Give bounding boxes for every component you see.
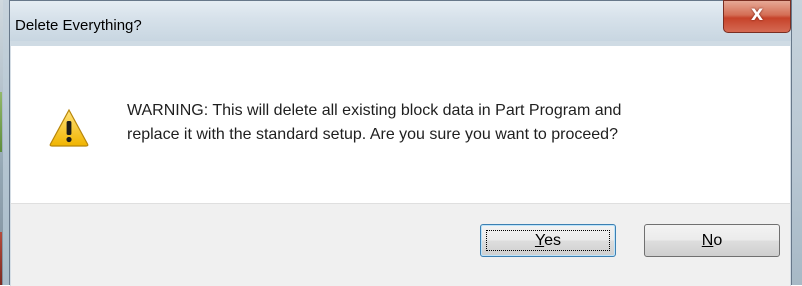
- background-window-accent-green: [0, 92, 2, 152]
- message-dialog: Delete Everything? X WARNING: This will …: [9, 0, 792, 286]
- button-bar: Yes No: [10, 203, 791, 286]
- message-area: WARNING: This will delete all existing b…: [10, 46, 791, 203]
- title-bar[interactable]: Delete Everything? X: [10, 0, 791, 41]
- yes-button[interactable]: Yes: [480, 224, 616, 257]
- close-icon: X: [750, 5, 764, 24]
- yes-label-rest: es: [544, 232, 562, 249]
- dialog-title: Delete Everything?: [15, 17, 142, 34]
- warning-icon: [49, 108, 89, 147]
- warning-message: WARNING: This will delete all existing b…: [127, 99, 767, 147]
- no-mnemonic: N: [701, 232, 714, 249]
- message-line-2: replace it with the standard setup. Are …: [127, 126, 618, 143]
- background-window-right: [792, 0, 802, 285]
- close-button[interactable]: X: [723, 0, 791, 33]
- message-line-1: WARNING: This will delete all existing b…: [127, 102, 622, 119]
- no-label-rest: o: [713, 232, 723, 249]
- no-button[interactable]: No: [644, 224, 780, 257]
- yes-mnemonic: Y: [534, 232, 545, 249]
- background-window-accent-red: [0, 232, 2, 285]
